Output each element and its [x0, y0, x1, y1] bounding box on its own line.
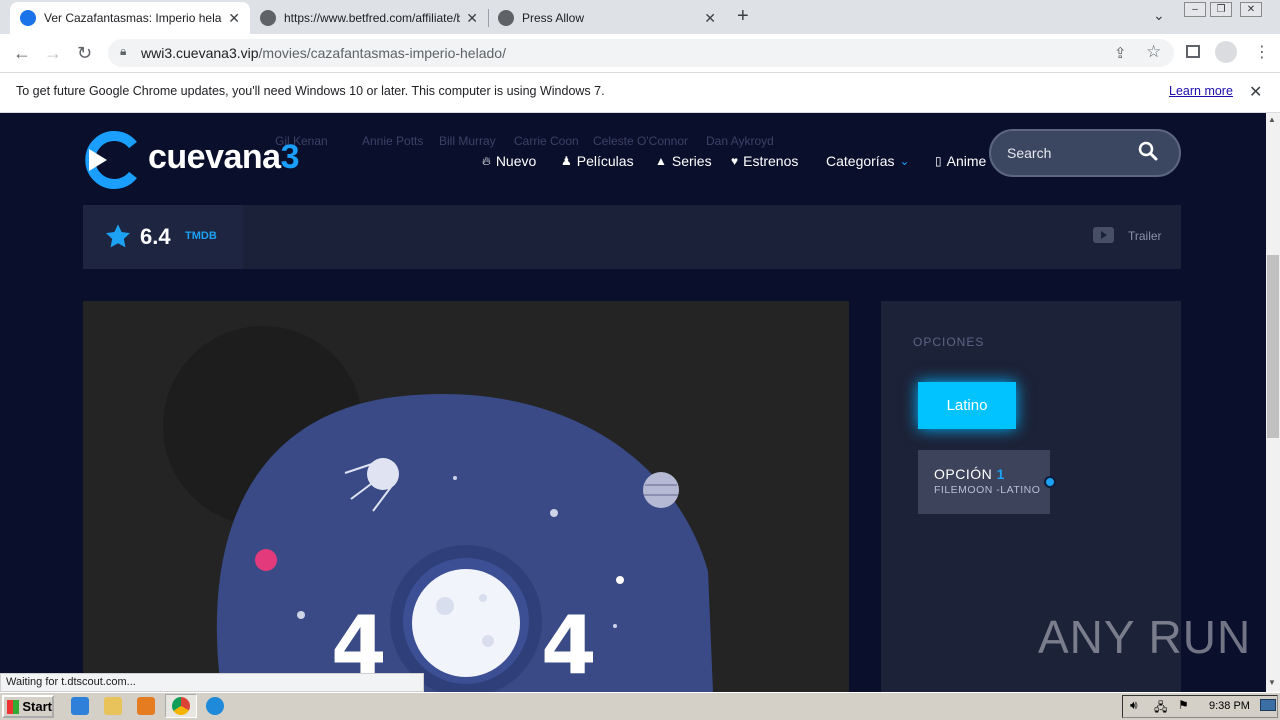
side-panel-icon[interactable]: [1186, 45, 1200, 58]
tab-search-chevron-icon[interactable]: ⌄: [1153, 7, 1165, 24]
nav-label: Nuevo: [495, 153, 537, 169]
nav-label: Categorías: [826, 153, 895, 169]
explorer-folder-icon[interactable]: [104, 697, 122, 715]
youtube-icon[interactable]: [1093, 227, 1114, 243]
fire-icon: 🔥︎: [482, 153, 491, 168]
cuevana-favicon-icon: [20, 10, 36, 26]
nav-categorias[interactable]: Categorías ⌄: [826, 153, 910, 169]
heart-icon: ♥: [731, 154, 739, 168]
start-button[interactable]: Start: [2, 695, 54, 718]
back-icon[interactable]: ←: [13, 43, 31, 64]
minimize-button[interactable]: –: [1184, 2, 1206, 17]
infobar-close-icon[interactable]: ✕: [1249, 82, 1262, 102]
new-tab-button[interactable]: +: [737, 5, 749, 28]
scroll-up-icon[interactable]: ▲: [1268, 115, 1276, 124]
nav-label: Series: [671, 153, 712, 169]
tab-cuevana[interactable]: Ver Cazafantasmas: Imperio helado ✕: [10, 2, 250, 34]
nav-estrenos[interactable]: ♥ Estrenos: [731, 153, 798, 169]
status-bubble: Waiting for t.dtscout.com...: [0, 673, 424, 692]
tab-title: Press Allow: [522, 11, 585, 25]
show-desktop-icon[interactable]: [1260, 699, 1276, 711]
chevron-down-icon: ⌄: [899, 154, 910, 168]
tab-press-allow[interactable]: Press Allow ✕: [488, 2, 726, 34]
close-tab-icon[interactable]: ✕: [466, 10, 478, 27]
logo-word: cuevana: [148, 138, 281, 176]
windows-logo-icon: [7, 699, 20, 714]
nav-label: Estrenos: [743, 153, 799, 169]
forward-icon[interactable]: →: [44, 43, 62, 64]
cast-name[interactable]: Annie Potts: [362, 134, 423, 148]
box-icon: ▯: [935, 154, 942, 168]
globe-icon: [498, 10, 514, 26]
system-tray: [1122, 695, 1278, 718]
option-server-name[interactable]: FILEMOON -LATINO: [934, 484, 1040, 496]
start-label: Start: [22, 699, 52, 714]
nav-anime[interactable]: ▯ Anime: [935, 153, 986, 169]
star-icon: [105, 224, 131, 248]
language-latino-button[interactable]: Latino: [918, 382, 1016, 429]
rating-value: 6.4: [140, 224, 171, 249]
cuevana-logo-icon[interactable]: [83, 131, 139, 189]
close-tab-icon[interactable]: ✕: [228, 10, 240, 27]
cast-name[interactable]: Bill Murray: [439, 134, 496, 148]
option-number: 1: [996, 466, 1005, 482]
movie-info-bar: [83, 205, 1181, 269]
anyrun-watermark: ANY RUN: [1038, 611, 1252, 663]
chrome-icon: [172, 697, 190, 715]
nav-label: Películas: [576, 153, 634, 169]
cast-name[interactable]: Gil Kenan: [275, 134, 328, 148]
scroll-down-icon[interactable]: ▼: [1268, 678, 1276, 687]
cast-name[interactable]: Carrie Coon: [514, 134, 579, 148]
cast-name[interactable]: Celeste O'Connor: [593, 134, 688, 148]
reload-icon[interactable]: ↻: [77, 43, 92, 64]
volume-icon[interactable]: 🔊︎: [1130, 698, 1138, 713]
close-tab-icon[interactable]: ✕: [704, 10, 716, 27]
taskbar-clock[interactable]: 9:38 PM: [1209, 700, 1250, 712]
error-404-illustration: [163, 326, 713, 692]
nav-nuevo[interactable]: 🔥︎ Nuevo: [482, 153, 536, 169]
url-path: /movies/cazafantasmas-imperio-helado/: [258, 45, 506, 61]
share-icon[interactable]: ⇪: [1114, 44, 1127, 62]
tab-title: https://www.betfred.com/affiliate/b: [284, 11, 461, 25]
cursor-dot-icon: [1044, 476, 1056, 488]
close-window-button[interactable]: ✕: [1240, 2, 1262, 17]
infobar-message: To get future Google Chrome updates, you…: [16, 84, 605, 98]
tab-title: Ver Cazafantasmas: Imperio helado: [44, 11, 223, 25]
edge-icon[interactable]: [206, 697, 224, 715]
scrollbar-thumb[interactable]: [1267, 255, 1279, 438]
search-icon[interactable]: [1138, 141, 1158, 161]
error-digit-right: 4: [541, 599, 597, 692]
server-option-1[interactable]: [918, 450, 1050, 514]
ie-icon[interactable]: [71, 697, 89, 715]
url-domain: wwi3.cuevana3.vip: [141, 45, 259, 61]
rating-source: TMDB: [185, 230, 217, 242]
triangle-icon: ▲: [655, 154, 667, 168]
option-title-text: OPCIÓN: [934, 466, 993, 482]
video-player[interactable]: 4 4: [83, 301, 849, 692]
lock-icon[interactable]: 🔒︎: [120, 44, 126, 59]
menu-kebab-icon[interactable]: ⋮: [1254, 42, 1270, 62]
bookmark-star-icon[interactable]: ☆: [1146, 42, 1161, 62]
nav-peliculas[interactable]: ♟ Películas: [561, 153, 634, 169]
nav-label: Anime: [946, 153, 987, 169]
globe-icon: [260, 10, 276, 26]
nav-series[interactable]: ▲ Series: [655, 153, 712, 169]
profile-avatar-icon[interactable]: [1215, 41, 1237, 63]
learn-more-link[interactable]: Learn more: [1169, 84, 1233, 98]
cast-name[interactable]: Dan Aykroyd: [706, 134, 774, 148]
tab-betfred[interactable]: https://www.betfred.com/affiliate/b ✕: [250, 2, 488, 34]
flag-icon[interactable]: ⚑: [1178, 698, 1189, 712]
option-title[interactable]: OPCIÓN 1: [934, 466, 1005, 482]
trailer-link[interactable]: Trailer: [1128, 229, 1162, 243]
restore-button[interactable]: ❐: [1210, 2, 1232, 17]
person-icon: ♟: [561, 154, 572, 168]
search-placeholder[interactable]: Search: [1007, 145, 1051, 161]
options-heading: OPCIONES: [913, 335, 985, 349]
media-player-icon[interactable]: [137, 697, 155, 715]
url-text[interactable]: wwi3.cuevana3.vip/movies/cazafantasmas-i…: [141, 45, 506, 61]
network-icon[interactable]: 🖧: [1154, 698, 1167, 719]
